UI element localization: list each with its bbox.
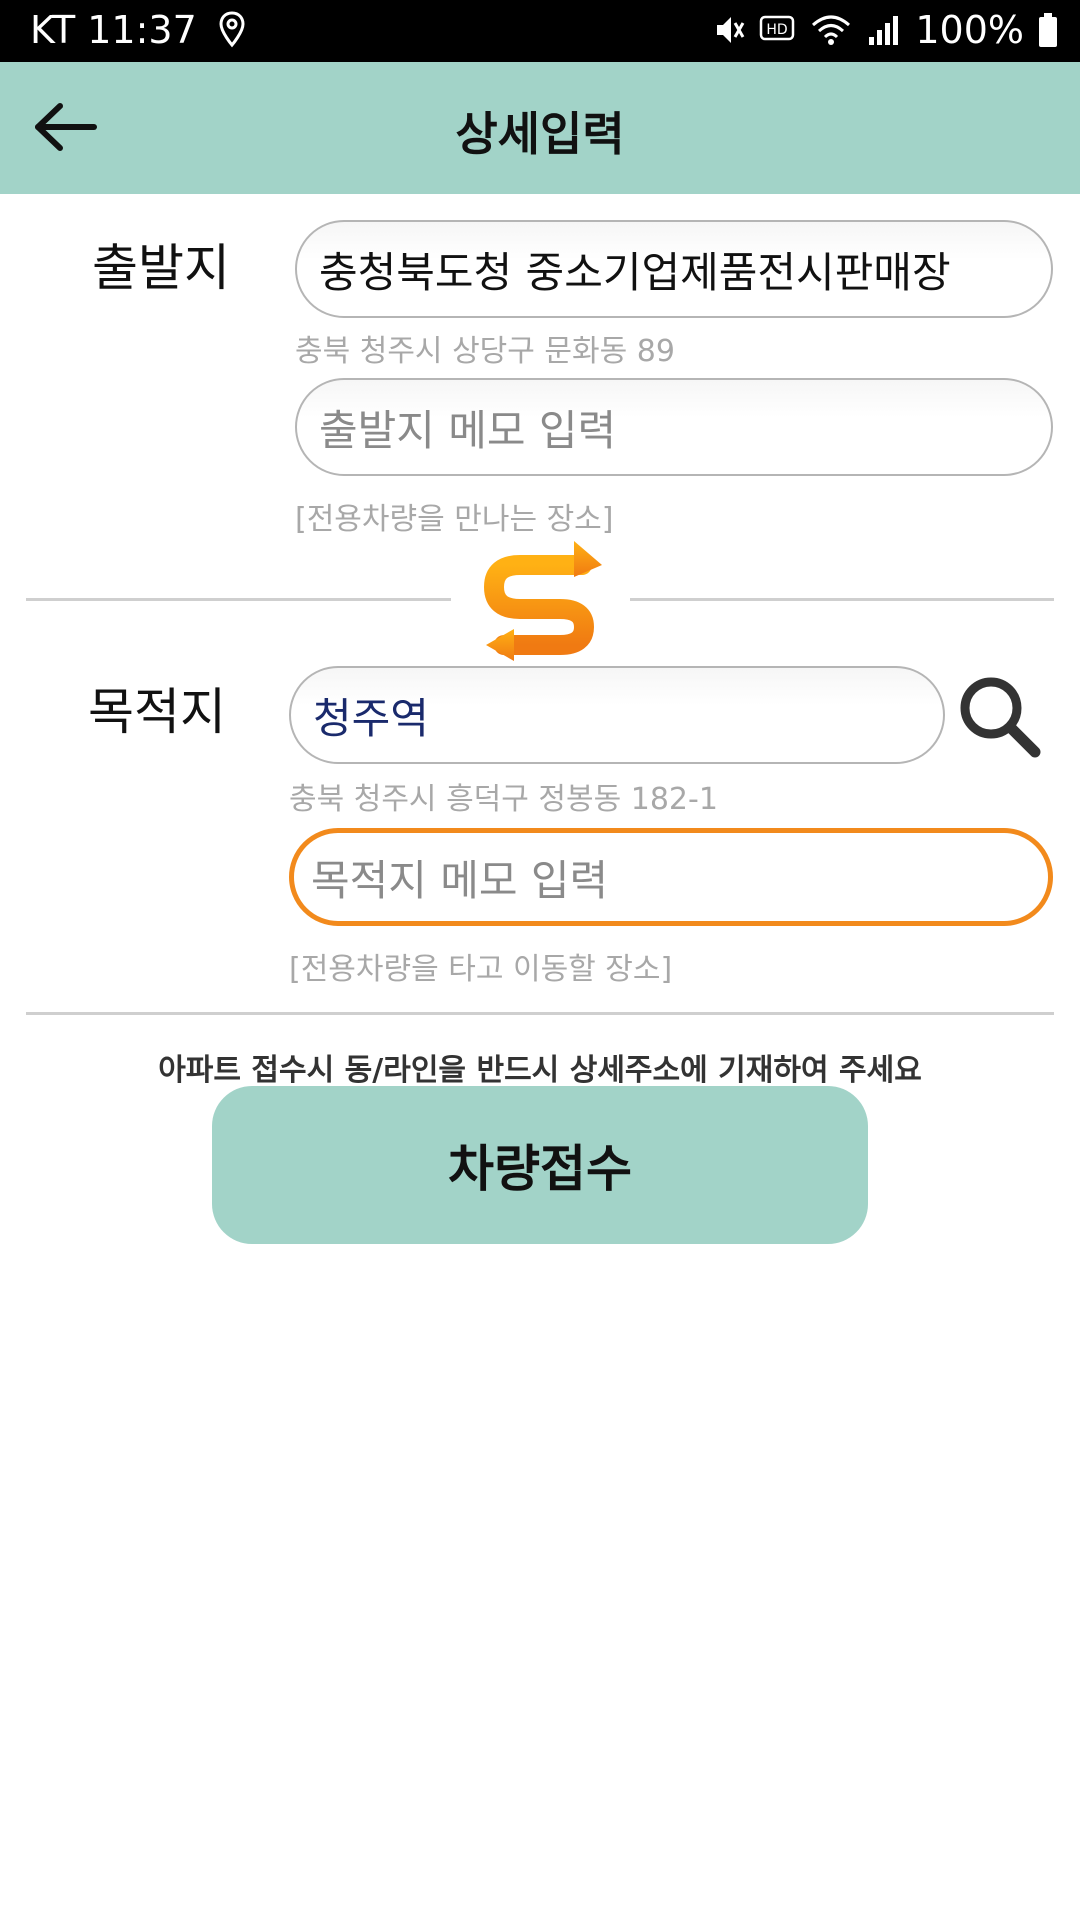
battery-percent: 100% (915, 8, 1024, 52)
divider-left (26, 598, 451, 601)
destination-memo-input[interactable]: 목적지 메모 입력 (289, 828, 1053, 926)
origin-place-field[interactable]: 충청북도청 중소기업제품전시판매장 (295, 220, 1053, 318)
swap-arrows-icon[interactable] (474, 535, 614, 665)
status-bar-left: KT 11:37 (30, 8, 245, 52)
origin-address: 충북 청주시 상당구 문화동 89 (295, 334, 675, 369)
notice-text: 아파트 접수시 동/라인을 반드시 상세주소에 기재하여 주세요 (158, 1053, 922, 1088)
page-title: 상세입력 (455, 107, 625, 161)
divider-bottom (26, 1012, 1054, 1015)
divider-right (630, 598, 1054, 601)
battery-icon (1038, 12, 1058, 48)
destination-address: 충북 청주시 흥덕구 정봉동 182-1 (289, 782, 718, 817)
origin-memo-hint: [전용차량을 만나는 장소] (295, 502, 614, 537)
location-pin-icon (219, 11, 245, 49)
submit-vehicle-request-button[interactable]: 차량접수 (212, 1086, 868, 1244)
origin-label: 출발지 (92, 239, 230, 297)
search-button[interactable] (955, 672, 1047, 764)
app-header: 상세입력 (0, 62, 1080, 194)
destination-place-field[interactable]: 청주역 (289, 666, 945, 764)
search-icon (960, 677, 1041, 758)
signal-icon (867, 13, 901, 47)
svg-text:HD: HD (767, 22, 788, 38)
status-bar-right: HD 100% (715, 8, 1058, 52)
hd-voice-icon: HD (759, 15, 795, 45)
destination-memo-hint: [전용차량을 타고 이동할 장소] (289, 952, 673, 987)
wifi-icon (809, 13, 853, 47)
status-bar: KT 11:37 HD 100% (0, 0, 1080, 62)
origin-memo-input[interactable]: 출발지 메모 입력 (295, 378, 1053, 476)
mute-icon (715, 13, 745, 47)
destination-label: 목적지 (88, 683, 226, 741)
carrier-time: KT 11:37 (30, 8, 197, 52)
